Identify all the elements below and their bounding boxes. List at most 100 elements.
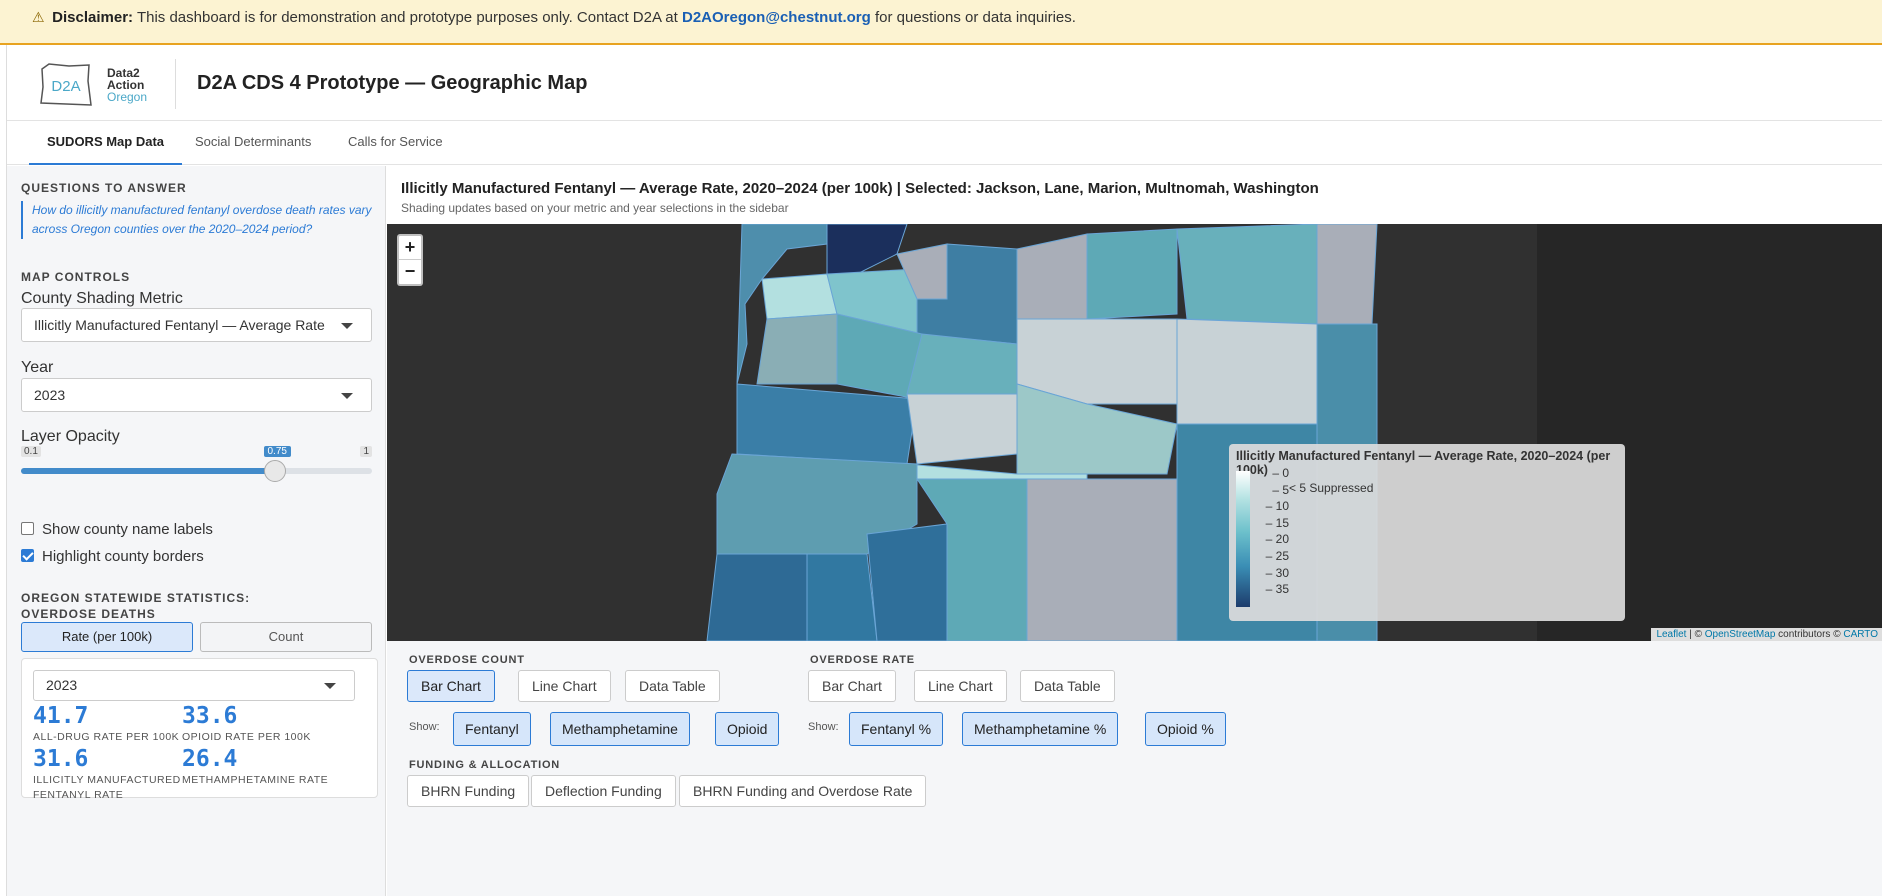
warning-icon: ⚠ — [32, 9, 45, 25]
questions-title: QUESTIONS TO ANSWER — [21, 181, 187, 195]
zoom-out-button[interactable]: − — [399, 260, 421, 284]
bhrn-funding-overdose-button[interactable]: BHRN Funding and Overdose Rate — [679, 775, 927, 807]
deflection-funding-button[interactable]: Deflection Funding — [531, 775, 676, 807]
stats-year-select[interactable]: 2023 — [33, 670, 355, 701]
sidebar: QUESTIONS TO ANSWER How do illicitly man… — [7, 166, 386, 896]
carto-link[interactable]: CARTO — [1843, 629, 1878, 640]
disclaimer-banner: ⚠ Disclaimer: This dashboard is for demo… — [0, 0, 1882, 45]
contact-email-link[interactable]: D2AOregon@chestnut.org — [682, 9, 871, 26]
year-select-value: 2023 — [34, 387, 66, 403]
legend-tick: – 35 — [1265, 582, 1289, 597]
legend-tick: – 30 — [1265, 565, 1289, 580]
legend-suppressed: < 5 Suppressed — [1289, 481, 1374, 495]
slider-min-label: 0.1 — [21, 446, 41, 457]
legend-tick: – 15 — [1265, 515, 1289, 530]
rate-line-chart-button[interactable]: Line Chart — [914, 670, 1007, 702]
slider-fill — [21, 468, 275, 474]
count-show-label: Show: — [409, 721, 440, 733]
leaflet-link[interactable]: Leaflet — [1656, 629, 1686, 640]
legend-tick: – 5 — [1272, 482, 1289, 497]
year-label: Year — [21, 359, 54, 376]
rate-show-label: Show: — [808, 721, 839, 733]
slider-max-label: 1 — [360, 446, 372, 457]
highlight-borders-text: Highlight county borders — [42, 548, 204, 565]
header-divider — [175, 59, 176, 109]
legend-tick: – 25 — [1265, 549, 1289, 563]
main-panel: Illicitly Manufactured Fentanyl — Averag… — [387, 166, 1882, 896]
stat-all-drug-label: ALL-DRUG RATE PER 100K — [33, 731, 180, 743]
zoom-in-button[interactable]: + — [399, 236, 421, 260]
stat-meth-label: METHAMPHETAMINE RATE — [182, 774, 329, 786]
osm-link[interactable]: OpenStreetMap — [1705, 629, 1776, 640]
metric-label: County Shading Metric — [21, 290, 183, 307]
funding-title: FUNDING & ALLOCATION — [409, 759, 561, 771]
question-text: How do illicitly manufactured fentanyl o… — [21, 201, 376, 239]
slider-track[interactable] — [21, 460, 372, 482]
show-labels-text: Show county name labels — [42, 521, 213, 538]
stat-opioid-value: 33.6 — [182, 703, 238, 729]
chevron-down-icon — [341, 323, 353, 329]
count-line-chart-button[interactable]: Line Chart — [518, 670, 611, 702]
count-bar-chart-button[interactable]: Bar Chart — [407, 670, 495, 702]
legend-tick: – 10 — [1265, 499, 1289, 514]
rate-bar-chart-button[interactable]: Bar Chart — [808, 670, 896, 702]
rate-toggle-button[interactable]: Rate (per 100k) — [21, 622, 193, 652]
highlight-borders-checkbox[interactable]: Highlight county borders — [21, 548, 204, 565]
page-title: D2A CDS 4 Prototype — Geographic Map — [197, 72, 588, 94]
slider-handle[interactable] — [263, 460, 286, 482]
map-legend: Illicitly Manufactured Fentanyl — Averag… — [1229, 444, 1625, 621]
legend-tick: – 20 — [1265, 532, 1289, 547]
zoom-control[interactable]: + − — [397, 234, 423, 286]
rate-data-table-button[interactable]: Data Table — [1020, 670, 1115, 702]
attrib-contrib: contributors © — [1778, 629, 1841, 640]
tab-sudors-map-data[interactable]: SUDORS Map Data — [29, 121, 183, 165]
stats-title: OREGON STATEWIDE STATISTICS: OVERDOSE DE… — [21, 591, 251, 621]
opacity-label: Layer Opacity — [21, 428, 120, 445]
map-attribution: Leaflet | © OpenStreetMap contributors ©… — [1651, 628, 1882, 641]
chart-controls: OVERDOSE COUNT Bar Chart Line Chart Data… — [387, 641, 1882, 896]
count-pill-meth[interactable]: Methamphetamine — [550, 712, 690, 746]
oregon-logo-icon: D2A — [40, 63, 92, 106]
bhrn-funding-button[interactable]: BHRN Funding — [407, 775, 530, 807]
logo-wordmark: Data2 Action Oregon — [107, 67, 147, 103]
count-toggle-button[interactable]: Count — [200, 622, 372, 652]
tab-social-determinants[interactable]: Social Determinants — [177, 121, 329, 165]
stat-fentanyl-value: 31.6 — [33, 746, 89, 772]
count-pill-opioid[interactable]: Opioid — [715, 712, 780, 746]
metric-select[interactable]: Illicitly Manufactured Fentanyl — Averag… — [21, 308, 372, 342]
stats-year-value: 2023 — [46, 677, 78, 693]
stat-opioid-label: OPIOID RATE PER 100K — [182, 731, 311, 743]
chevron-down-icon — [324, 683, 336, 689]
overdose-count-title: OVERDOSE COUNT — [409, 654, 525, 666]
count-pill-fentanyl[interactable]: Fentanyl — [453, 712, 531, 746]
map-subtitle: Shading updates based on your metric and… — [401, 201, 789, 215]
rate-pill-opioid[interactable]: Opioid % — [1145, 712, 1226, 746]
app-shell: D2A Data2 Action Oregon D2A CDS 4 Protot… — [6, 45, 1882, 896]
checkbox-unchecked-icon[interactable] — [21, 522, 34, 535]
legend-tick: – 0 — [1272, 466, 1289, 480]
map-canvas[interactable] — [387, 224, 1882, 641]
app-header: D2A Data2 Action Oregon D2A CDS 4 Protot… — [7, 45, 1882, 121]
stat-meth-value: 26.4 — [182, 746, 238, 772]
legend-title: Illicitly Manufactured Fentanyl — Averag… — [1236, 449, 1611, 477]
logo-line-oregon: Oregon — [107, 90, 148, 104]
count-data-table-button[interactable]: Data Table — [625, 670, 720, 702]
tab-calls-for-service[interactable]: Calls for Service — [330, 121, 461, 165]
opacity-slider[interactable]: 0.1 1 0.75 — [21, 446, 372, 506]
legend-color-ramp — [1236, 471, 1250, 607]
year-select[interactable]: 2023 — [21, 378, 372, 412]
rate-pill-fentanyl[interactable]: Fentanyl % — [849, 712, 944, 746]
map-title: Illicitly Manufactured Fentanyl — Averag… — [401, 180, 1319, 197]
slider-value-label: 0.75 — [263, 446, 291, 457]
disclaimer-label: Disclaimer: — [52, 9, 134, 26]
overdose-rate-title: OVERDOSE RATE — [810, 654, 915, 666]
county-map[interactable]: + − Illicitly Manufactured Fentanyl — Av… — [387, 224, 1882, 641]
stat-all-drug-value: 41.7 — [33, 703, 89, 729]
checkbox-checked-icon[interactable] — [21, 549, 34, 562]
rate-pill-meth[interactable]: Methamphetamine % — [962, 712, 1119, 746]
show-labels-checkbox[interactable]: Show county name labels — [21, 521, 213, 538]
stats-panel: 2023 41.7 ALL-DRUG RATE PER 100K 33.6 OP… — [21, 658, 378, 801]
tab-bar: SUDORS Map Data Social Determinants Call… — [7, 121, 1882, 165]
disclaimer-suffix: for questions or data inquiries. — [874, 9, 1076, 26]
d2a-logo: D2A Data2 Action Oregon — [39, 61, 157, 109]
